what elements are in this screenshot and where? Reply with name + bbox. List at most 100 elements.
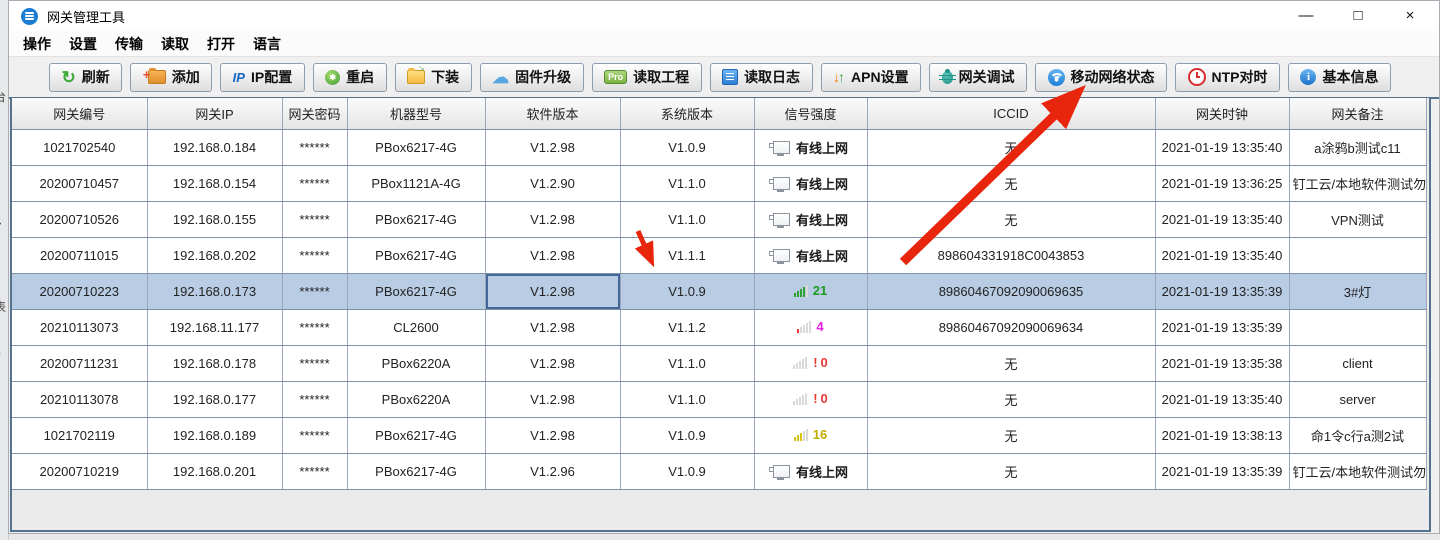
column-header-model[interactable]: 机器型号 — [347, 98, 485, 130]
ntp-sync-button[interactable]: NTP对时 — [1175, 63, 1280, 92]
cell-signal[interactable]: 有线上网 — [754, 454, 867, 490]
cell-ip[interactable]: 192.168.0.154 — [147, 166, 282, 202]
cell-model[interactable]: PBox1121A-4G — [347, 166, 485, 202]
column-header-iccid[interactable]: ICCID — [867, 98, 1155, 130]
column-header-gateway_id[interactable]: 网关编号 — [12, 98, 147, 130]
cell-signal[interactable]: !0 — [754, 382, 867, 418]
cell-clock[interactable]: 2021-01-19 13:35:40 — [1155, 130, 1289, 166]
cell-clock[interactable]: 2021-01-19 13:35:40 — [1155, 382, 1289, 418]
cell-ip[interactable]: 192.168.0.202 — [147, 238, 282, 274]
cell-clock[interactable]: 2021-01-19 13:38:13 — [1155, 418, 1289, 454]
column-header-password[interactable]: 网关密码 — [282, 98, 347, 130]
cell-remark[interactable] — [1289, 238, 1426, 274]
cell-gateway_id[interactable]: 20200710457 — [12, 166, 147, 202]
cell-model[interactable]: PBox6217-4G — [347, 274, 485, 310]
cell-clock[interactable]: 2021-01-19 13:35:39 — [1155, 274, 1289, 310]
cell-remark[interactable]: 命1令c行a测2试 — [1289, 418, 1426, 454]
cell-gateway_id[interactable]: 20200711015 — [12, 238, 147, 274]
cell-password[interactable]: ****** — [282, 418, 347, 454]
table-row-8[interactable]: 1021702119192.168.0.189******PBox6217-4G… — [12, 418, 1426, 454]
mobile-network-status-button[interactable]: 移动网络状态 — [1035, 63, 1167, 92]
cell-sw_version[interactable]: V1.2.98 — [485, 418, 620, 454]
cell-model[interactable]: PBox6220A — [347, 382, 485, 418]
cell-signal[interactable]: 有线上网 — [754, 130, 867, 166]
cell-gateway_id[interactable]: 20200710526 — [12, 202, 147, 238]
cell-gateway_id[interactable]: 20200711231 — [12, 346, 147, 382]
cell-sw_version[interactable]: V1.2.98 — [485, 274, 620, 310]
column-header-sys_version[interactable]: 系统版本 — [620, 98, 754, 130]
cell-model[interactable]: PBox6220A — [347, 346, 485, 382]
cell-iccid[interactable]: 898604331918C0043853 — [867, 238, 1155, 274]
cell-sys_version[interactable]: V1.0.9 — [620, 274, 754, 310]
menu-item-4[interactable]: 打开 — [198, 34, 244, 54]
column-header-ip[interactable]: 网关IP — [147, 98, 282, 130]
cell-iccid[interactable]: 无 — [867, 454, 1155, 490]
close-button[interactable]: × — [1399, 1, 1421, 31]
cell-iccid[interactable]: 无 — [867, 382, 1155, 418]
cell-sw_version[interactable]: V1.2.98 — [485, 382, 620, 418]
table-row-7[interactable]: 20210113078192.168.0.177******PBox6220AV… — [12, 382, 1426, 418]
cell-sw_version[interactable]: V1.2.98 — [485, 130, 620, 166]
restart-button[interactable]: 重启 — [313, 63, 387, 92]
column-header-signal[interactable]: 信号强度 — [754, 98, 867, 130]
cell-remark[interactable]: VPN测试 — [1289, 202, 1426, 238]
basic-info-button[interactable]: 基本信息 — [1288, 63, 1391, 92]
cell-signal[interactable]: 21 — [754, 274, 867, 310]
refresh-button[interactable]: 刷新 — [49, 63, 122, 92]
cell-gateway_id[interactable]: 20210113073 — [12, 310, 147, 346]
cell-remark[interactable]: 钉工云/本地软件测试勿... — [1289, 454, 1426, 490]
cell-ip[interactable]: 192.168.0.177 — [147, 382, 282, 418]
cell-sys_version[interactable]: V1.1.0 — [620, 346, 754, 382]
maximize-button[interactable]: □ — [1347, 1, 1369, 31]
apn-settings-button[interactable]: APN设置 — [821, 63, 922, 92]
add-button[interactable]: 添加 — [130, 63, 212, 92]
cell-signal[interactable]: 4 — [754, 310, 867, 346]
cell-gateway_id[interactable]: 20200710223 — [12, 274, 147, 310]
column-header-sw_version[interactable]: 软件版本 — [485, 98, 620, 130]
cell-iccid[interactable]: 无 — [867, 166, 1155, 202]
cell-iccid[interactable]: 无 — [867, 202, 1155, 238]
cell-model[interactable]: PBox6217-4G — [347, 418, 485, 454]
cell-iccid[interactable]: 89860467092090069634 — [867, 310, 1155, 346]
cell-sw_version[interactable]: V1.2.90 — [485, 166, 620, 202]
cell-remark[interactable]: 钉工云/本地软件测试勿... — [1289, 166, 1426, 202]
column-header-clock[interactable]: 网关时钟 — [1155, 98, 1289, 130]
cell-iccid[interactable]: 89860467092090069635 — [867, 274, 1155, 310]
cell-signal[interactable]: 有线上网 — [754, 238, 867, 274]
cell-ip[interactable]: 192.168.0.173 — [147, 274, 282, 310]
cell-signal[interactable]: 16 — [754, 418, 867, 454]
cell-password[interactable]: ****** — [282, 346, 347, 382]
menu-item-3[interactable]: 读取 — [152, 34, 198, 54]
cell-ip[interactable]: 192.168.0.178 — [147, 346, 282, 382]
table-row-1[interactable]: 20200710457192.168.0.154******PBox1121A-… — [12, 166, 1426, 202]
cell-password[interactable]: ****** — [282, 454, 347, 490]
cell-password[interactable]: ****** — [282, 382, 347, 418]
cell-model[interactable]: CL2600 — [347, 310, 485, 346]
read-log-button[interactable]: 读取日志 — [710, 63, 813, 92]
cell-remark[interactable]: client — [1289, 346, 1426, 382]
cell-clock[interactable]: 2021-01-19 13:35:39 — [1155, 454, 1289, 490]
cell-sys_version[interactable]: V1.0.9 — [620, 418, 754, 454]
table-row-5[interactable]: 20210113073192.168.11.177******CL2600V1.… — [12, 310, 1426, 346]
table-row-2[interactable]: 20200710526192.168.0.155******PBox6217-4… — [12, 202, 1426, 238]
cell-password[interactable]: ****** — [282, 166, 347, 202]
table-row-4[interactable]: 20200710223192.168.0.173******PBox6217-4… — [12, 274, 1426, 310]
cell-password[interactable]: ****** — [282, 202, 347, 238]
table-row-0[interactable]: 1021702540192.168.0.184******PBox6217-4G… — [12, 130, 1426, 166]
column-header-remark[interactable]: 网关备注 — [1289, 98, 1426, 130]
cell-sys_version[interactable]: V1.1.0 — [620, 202, 754, 238]
menu-item-5[interactable]: 语言 — [244, 34, 290, 54]
cell-gateway_id[interactable]: 1021702540 — [12, 130, 147, 166]
cell-gateway_id[interactable]: 1021702119 — [12, 418, 147, 454]
cell-model[interactable]: PBox6217-4G — [347, 238, 485, 274]
cell-signal[interactable]: 有线上网 — [754, 202, 867, 238]
cell-sys_version[interactable]: V1.1.0 — [620, 382, 754, 418]
menu-item-1[interactable]: 设置 — [60, 34, 106, 54]
cell-password[interactable]: ****** — [282, 310, 347, 346]
cell-clock[interactable]: 2021-01-19 13:35:40 — [1155, 202, 1289, 238]
cell-sw_version[interactable]: V1.2.98 — [485, 238, 620, 274]
table-row-9[interactable]: 20200710219192.168.0.201******PBox6217-4… — [12, 454, 1426, 490]
cell-clock[interactable]: 2021-01-19 13:35:38 — [1155, 346, 1289, 382]
menu-item-2[interactable]: 传输 — [106, 34, 152, 54]
cell-ip[interactable]: 192.168.0.189 — [147, 418, 282, 454]
